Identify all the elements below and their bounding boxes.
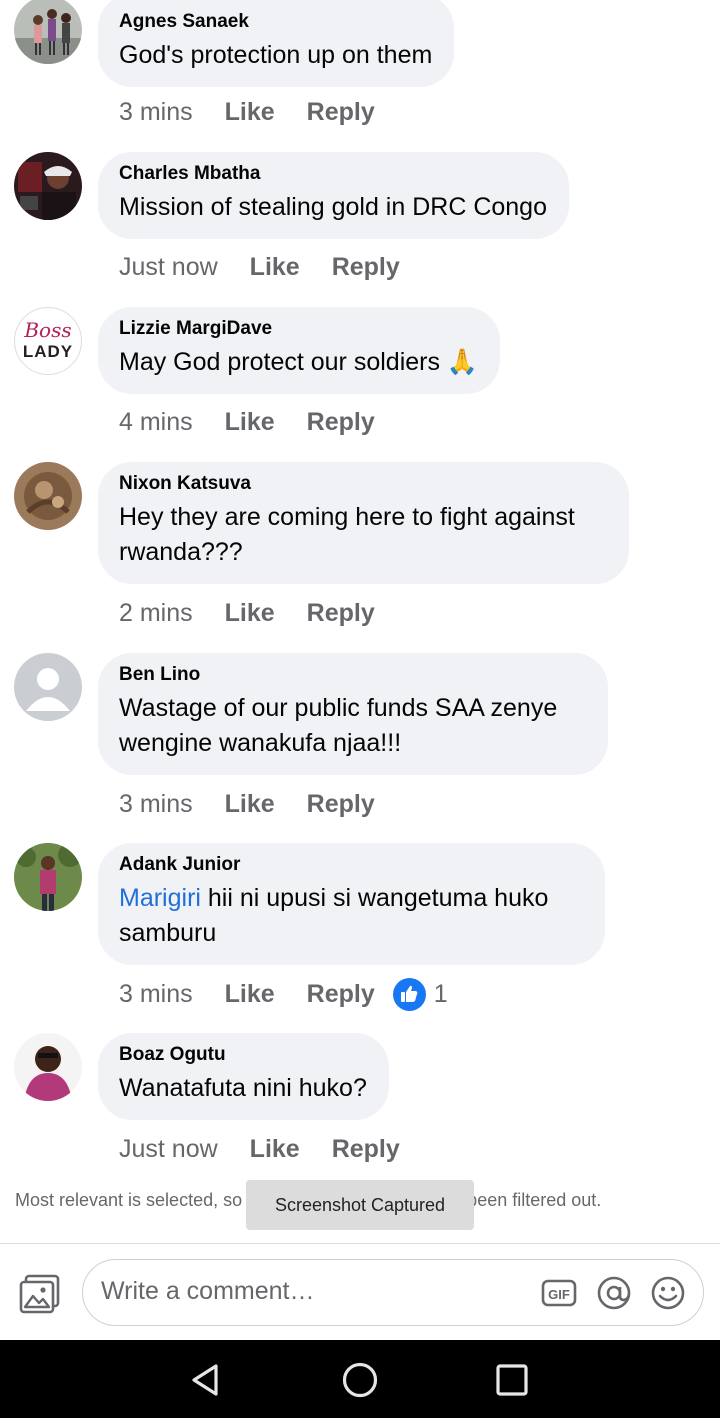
gif-icon[interactable]: GIF xyxy=(541,1275,577,1311)
home-icon[interactable] xyxy=(340,1360,380,1400)
comment-bubble[interactable]: Adank Junior Marigiri hii ni upusi si wa… xyxy=(98,843,605,965)
reply-button[interactable]: Reply xyxy=(307,98,375,127)
reaction-summary[interactable]: 1 xyxy=(392,977,448,1011)
comment-actions: Just now Like Reply xyxy=(119,249,432,285)
system-navigation-bar xyxy=(0,1340,720,1418)
comment-composer: Write a comment… GIF xyxy=(0,1243,720,1340)
comment-author[interactable]: Boaz Ogutu xyxy=(119,1043,367,1067)
comment-bubble[interactable]: Nixon Katsuva Hey they are coming here t… xyxy=(98,462,629,584)
comment-actions: 3 mins Like Reply xyxy=(119,94,407,130)
reply-button[interactable]: Reply xyxy=(307,790,375,819)
comment-text: Wanatafuta nini huko? xyxy=(119,1074,367,1102)
comment-text: Wastage of our public funds SAA zenye we… xyxy=(119,694,558,757)
photo-icon[interactable] xyxy=(18,1274,62,1314)
avatar[interactable] xyxy=(14,0,82,64)
comment-bubble[interactable]: Ben Lino Wastage of our public funds SAA… xyxy=(98,653,608,775)
comment-actions: 3 mins Like Reply xyxy=(119,786,407,822)
reaction-count: 1 xyxy=(433,979,448,1008)
like-button[interactable]: Like xyxy=(225,98,275,127)
comment-author[interactable]: Nixon Katsuva xyxy=(119,472,607,496)
like-button[interactable]: Like xyxy=(225,599,275,628)
comment-input-placeholder: Write a comment… xyxy=(101,1277,315,1305)
mention-icon[interactable] xyxy=(596,1275,632,1311)
comment-time[interactable]: 3 mins xyxy=(119,790,193,819)
comment-author[interactable]: Ben Lino xyxy=(119,663,586,687)
comment-bubble[interactable]: Lizzie MargiDave May God protect our sol… xyxy=(98,307,501,394)
default-avatar-icon[interactable] xyxy=(14,653,82,721)
comment-time[interactable]: 3 mins xyxy=(119,980,193,1009)
reply-button[interactable]: Reply xyxy=(307,599,375,628)
avatar[interactable] xyxy=(14,1033,82,1101)
comment-actions: 3 mins Like Reply 1 xyxy=(119,976,448,1012)
comment-time[interactable]: Just now xyxy=(119,253,218,282)
avatar[interactable] xyxy=(14,152,82,220)
reply-button[interactable]: Reply xyxy=(332,1135,400,1164)
reply-button[interactable]: Reply xyxy=(307,980,375,1009)
comment-bubble[interactable]: Charles Mbatha Mission of stealing gold … xyxy=(98,152,569,239)
comment-text: Mission of stealing gold in DRC Congo xyxy=(119,193,547,221)
like-button[interactable]: Like xyxy=(225,790,275,819)
thumbs-up-icon xyxy=(392,977,426,1011)
emoji-icon[interactable] xyxy=(650,1275,686,1311)
comment-actions: 4 mins Like Reply xyxy=(119,404,407,440)
like-button[interactable]: Like xyxy=(225,980,275,1009)
comment-time[interactable]: 4 mins xyxy=(119,408,193,437)
avatar[interactable] xyxy=(14,462,82,530)
recents-icon[interactable] xyxy=(492,1360,532,1400)
comment-author[interactable]: Adank Junior xyxy=(119,853,583,877)
comment-time[interactable]: 3 mins xyxy=(119,98,193,127)
like-button[interactable]: Like xyxy=(250,253,300,282)
comment-text: Hey they are coming here to fight agains… xyxy=(119,503,575,566)
like-button[interactable]: Like xyxy=(250,1135,300,1164)
like-button[interactable]: Like xyxy=(225,408,275,437)
comment-input[interactable]: Write a comment… GIF xyxy=(82,1259,704,1326)
avatar-script-text: Boss xyxy=(24,318,72,342)
mention-link[interactable]: Marigiri xyxy=(119,884,201,912)
comment-author[interactable]: Charles Mbatha xyxy=(119,162,547,186)
comment-text: God's protection up on them xyxy=(119,41,433,69)
gif-label: GIF xyxy=(548,1287,570,1302)
comment-author[interactable]: Lizzie MargiDave xyxy=(119,317,478,341)
comment-bubble[interactable]: Agnes Sanaek God's protection up on them xyxy=(98,0,455,87)
comment-time[interactable]: 2 mins xyxy=(119,599,193,628)
avatar[interactable]: Boss LADY xyxy=(14,307,82,375)
comment-text: Marigiri hii ni upusi si wangetuma huko … xyxy=(119,881,583,951)
comment-author[interactable]: Agnes Sanaek xyxy=(119,10,432,34)
back-icon[interactable] xyxy=(186,1360,226,1400)
comment-text: May God protect our soldiers 🙏 xyxy=(119,348,479,376)
comment-time[interactable]: Just now xyxy=(119,1135,218,1164)
reply-button[interactable]: Reply xyxy=(307,408,375,437)
avatar-block-text: LADY xyxy=(22,342,74,361)
comment-bubble[interactable]: Boaz Ogutu Wanatafuta nini huko? xyxy=(98,1033,389,1120)
comment-actions: Just now Like Reply xyxy=(119,1131,432,1167)
avatar[interactable] xyxy=(14,843,82,911)
screenshot-toast: Screenshot Captured xyxy=(246,1180,474,1230)
comment-actions: 2 mins Like Reply xyxy=(119,595,407,631)
reply-button[interactable]: Reply xyxy=(332,253,400,282)
